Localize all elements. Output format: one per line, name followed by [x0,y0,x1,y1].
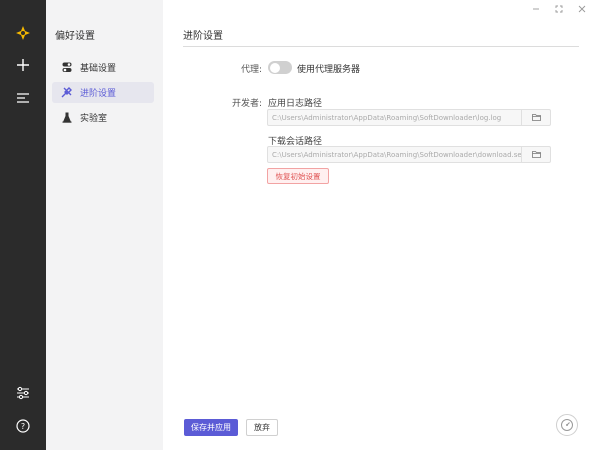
settings-content: 进阶设置 代理: 使用代理服务器 开发者: 应用日志路径 下载会话路径 恢复初始… [163,0,600,450]
proxy-label: 代理: [240,65,262,75]
sidebar-item-label: 实验室 [80,114,108,124]
session-path-field [267,146,551,163]
minimize-icon[interactable] [529,3,543,15]
session-path-input[interactable] [268,147,522,162]
folder-icon[interactable] [521,147,550,162]
settings-sidebar: 偏好设置 基础设置 进阶设置 实验室 [46,0,163,450]
save-apply-button[interactable]: 保存并应用 [184,419,238,436]
sliders-icon[interactable] [0,378,46,408]
discard-button[interactable]: 放弃 [246,419,278,436]
maximize-icon[interactable] [552,3,566,15]
log-path-title: 应用日志路径 [268,99,323,109]
toggle-icon [61,62,72,73]
folder-icon[interactable] [521,110,550,125]
sidebar-item-advanced[interactable]: 进阶设置 [52,82,154,103]
app-rail: ? [0,0,46,450]
sidebar-item-label: 进阶设置 [80,89,117,99]
sidebar-item-lab[interactable]: 实验室 [52,107,154,128]
proxy-toggle[interactable] [268,61,292,74]
reset-defaults-button[interactable]: 恢复初始设置 [267,168,329,184]
log-path-field [267,109,551,126]
wrench-icon [61,87,72,98]
sidebar-item-basic[interactable]: 基础设置 [52,57,154,78]
plus-icon[interactable] [0,50,46,80]
help-icon[interactable]: ? [0,411,46,441]
app-logo-icon[interactable] [0,18,46,48]
settings-title: 偏好设置 [55,31,95,42]
log-path-input[interactable] [268,110,522,125]
sidebar-item-label: 基础设置 [80,64,117,74]
menu-icon[interactable] [0,83,46,113]
title-divider [183,46,579,47]
toggle-knob [269,62,280,73]
page-title: 进阶设置 [183,31,223,42]
close-icon[interactable] [575,3,589,15]
proxy-toggle-label: 使用代理服务器 [297,65,361,75]
flask-icon [61,112,72,123]
speedometer-icon[interactable] [556,414,578,436]
svg-text:?: ? [21,422,25,431]
developer-label: 开发者: [231,99,262,109]
